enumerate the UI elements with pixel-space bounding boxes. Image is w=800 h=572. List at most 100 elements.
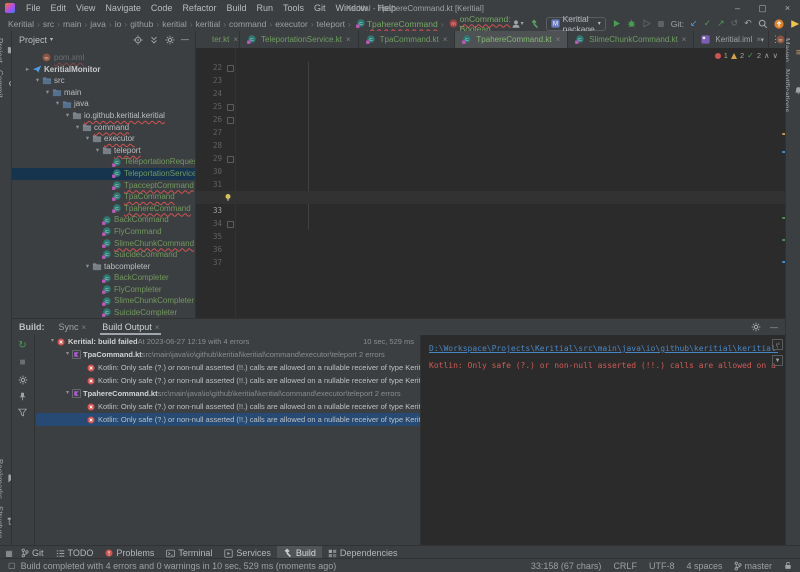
tree-item[interactable]: ▾ src — [11, 75, 195, 87]
tree-arrow-icon[interactable]: ▾ — [83, 133, 92, 145]
filter-icon[interactable] — [18, 408, 27, 417]
menu-item[interactable]: Run — [251, 3, 278, 13]
breadcrumb-item[interactable]: executor — [266, 19, 307, 29]
scroll-to-end-icon[interactable]: ▼ — [772, 355, 783, 366]
editor-line[interactable]: 28 — [196, 126, 786, 139]
search-everywhere-button[interactable] — [758, 19, 768, 29]
build-output-row[interactable]: Kotlin: Only safe (?.) or non-null asser… — [36, 361, 420, 374]
stop-build-icon[interactable]: ■ — [19, 358, 25, 368]
project-panel-title[interactable]: Project — [19, 35, 47, 45]
gear-icon[interactable] — [165, 35, 175, 45]
maximize-button[interactable]: ▢ — [750, 3, 775, 14]
breadcrumb-item[interactable]: github — [121, 19, 153, 29]
tree-item[interactable]: C SuicideCompleter — [11, 307, 195, 318]
editor-line[interactable]: 35 — [196, 217, 786, 230]
editor-line[interactable]: 30 — [196, 152, 786, 165]
build-project-button[interactable] — [530, 19, 540, 29]
breadcrumb-item[interactable]: Keritial — [8, 19, 34, 29]
breadcrumb-item[interactable]: command — [220, 19, 266, 29]
tree-item[interactable]: m pom.xml — [11, 52, 195, 64]
tree-item[interactable]: C TeleportationService — [11, 168, 195, 180]
tree-arrow-icon[interactable]: ▾ — [53, 98, 62, 110]
menu-item[interactable]: File — [21, 3, 46, 13]
menu-item[interactable]: Code — [146, 3, 178, 13]
editor-line[interactable]: 36 — [196, 230, 786, 243]
tree-item[interactable]: C TeleportationRequest — [11, 156, 195, 168]
close-icon[interactable]: × — [556, 35, 561, 44]
menu-item[interactable]: Refactor — [177, 3, 221, 13]
tree-item[interactable]: ▾ teleport — [11, 145, 195, 157]
editor-line[interactable]: 31 — [196, 165, 786, 178]
hide-panel-icon[interactable]: — — [181, 35, 189, 44]
status-widget[interactable]: CRLF — [613, 561, 637, 571]
toolwindow-switcher-icon[interactable]: ▦ — [3, 549, 15, 558]
tree-item[interactable]: C TpacceptCommand — [11, 180, 195, 192]
close-icon[interactable]: × — [346, 35, 351, 44]
gear-icon[interactable] — [751, 322, 761, 332]
fold-marker-icon[interactable] — [227, 65, 234, 72]
toolwindow-stripe-button[interactable]: Project — [0, 38, 12, 63]
tree-item[interactable]: ▾ java — [11, 98, 195, 110]
editor-line[interactable]: 33 — [196, 191, 786, 204]
chevron-down-icon[interactable]: ▾ — [50, 36, 53, 43]
toolwindow-stripe-button[interactable]: m Maven — [785, 38, 800, 62]
tree-arrow-icon[interactable]: ▾ — [93, 145, 102, 157]
tree-arrow-icon[interactable]: ▾ — [33, 75, 42, 87]
status-widget[interactable]: 33:158 (67 chars) — [531, 561, 602, 571]
console-line[interactable]: D:\Workspace\Projects\Keritial\src\main\… — [429, 340, 778, 357]
tree-arrow-icon[interactable]: ▾ — [63, 387, 72, 400]
breadcrumb-item[interactable]: teleport — [308, 19, 345, 29]
close-icon[interactable]: × — [155, 323, 160, 332]
status-widget[interactable]: 4 spaces — [686, 561, 722, 571]
editor-tab[interactable]: C TeleportationService.kt × — [240, 31, 359, 48]
editor-tab[interactable]: C TpahereCommand.kt × — [455, 31, 568, 48]
fold-marker-icon[interactable] — [227, 221, 234, 228]
tree-item[interactable]: ▾ executor — [11, 133, 195, 145]
profile-button[interactable]: ▾ — [511, 19, 524, 29]
fold-marker-icon[interactable] — [227, 104, 234, 111]
build-tab[interactable]: Sync × — [57, 319, 89, 335]
close-icon[interactable]: × — [82, 323, 87, 332]
tree-arrow-icon[interactable]: ▸ — [23, 64, 32, 76]
gradient-badge-icon[interactable] — [790, 19, 800, 29]
tree-item[interactable]: ▾ main — [11, 87, 195, 99]
tree-item[interactable]: C TpahereCommand — [11, 203, 195, 215]
collapse-all-icon[interactable] — [149, 35, 159, 45]
console-line[interactable]: Kotlin: Only safe (?.) or non-null asser… — [429, 357, 778, 374]
editor-line[interactable]: 23 — [196, 61, 786, 74]
tree-arrow-icon[interactable]: ▾ — [63, 348, 72, 361]
close-button[interactable]: × — [775, 3, 800, 14]
tree-item[interactable]: C BackCommand — [11, 214, 195, 226]
editor-line[interactable]: 29 — [196, 139, 786, 152]
inspections-widget[interactable]: 1 2 ✓ 2 ∧ ∨ — [715, 51, 778, 60]
menu-item[interactable]: Edit — [46, 3, 72, 13]
menu-item[interactable]: Navigate — [100, 3, 146, 13]
tree-arrow-icon[interactable]: ▾ — [43, 87, 52, 99]
git-commit-button[interactable]: ✓ — [704, 18, 712, 29]
fold-marker-icon[interactable] — [227, 156, 234, 163]
tree-item[interactable]: C TpaCommand — [11, 191, 195, 203]
breadcrumb-item[interactable]: keritial — [153, 19, 186, 29]
toolwindow-stripe-button[interactable]: Bookmarks — [0, 459, 12, 499]
rerun-build-icon[interactable]: ↻ — [18, 341, 26, 351]
build-output-row[interactable]: Kotlin: Only safe (?.) or non-null asser… — [36, 413, 420, 426]
code-editor[interactable]: 22 23 24 — [196, 48, 786, 318]
menu-item[interactable]: Tools — [278, 3, 309, 13]
git-branch-widget[interactable]: master — [734, 561, 772, 571]
build-output-row[interactable]: Kotlin: Only safe (?.) or non-null asser… — [36, 374, 420, 387]
editor-tab[interactable]: C TpaCommand.kt × — [359, 31, 456, 48]
menu-item[interactable]: Build — [221, 3, 251, 13]
prev-problem-icon[interactable]: ∧ — [764, 51, 770, 60]
tree-item[interactable]: ▾ io.github.keritial.keritial — [11, 110, 195, 122]
intention-bulb-icon[interactable] — [224, 193, 232, 202]
toolwindow-stripe-button[interactable]: Commit — [0, 70, 12, 98]
tree-item[interactable]: ▾ command — [11, 122, 195, 134]
editor-line[interactable]: 25 — [196, 87, 786, 100]
tree-item[interactable]: ▸ KeritialMonitor — [11, 64, 195, 76]
editor-line[interactable]: 22 — [196, 48, 786, 61]
run-configuration-select[interactable]: M Keritial package ▾ — [546, 17, 606, 31]
locate-file-icon[interactable] — [133, 35, 143, 45]
debug-button[interactable] — [627, 19, 636, 28]
status-widget[interactable]: UTF-8 — [649, 561, 675, 571]
editor-line[interactable]: 37 — [196, 243, 786, 256]
